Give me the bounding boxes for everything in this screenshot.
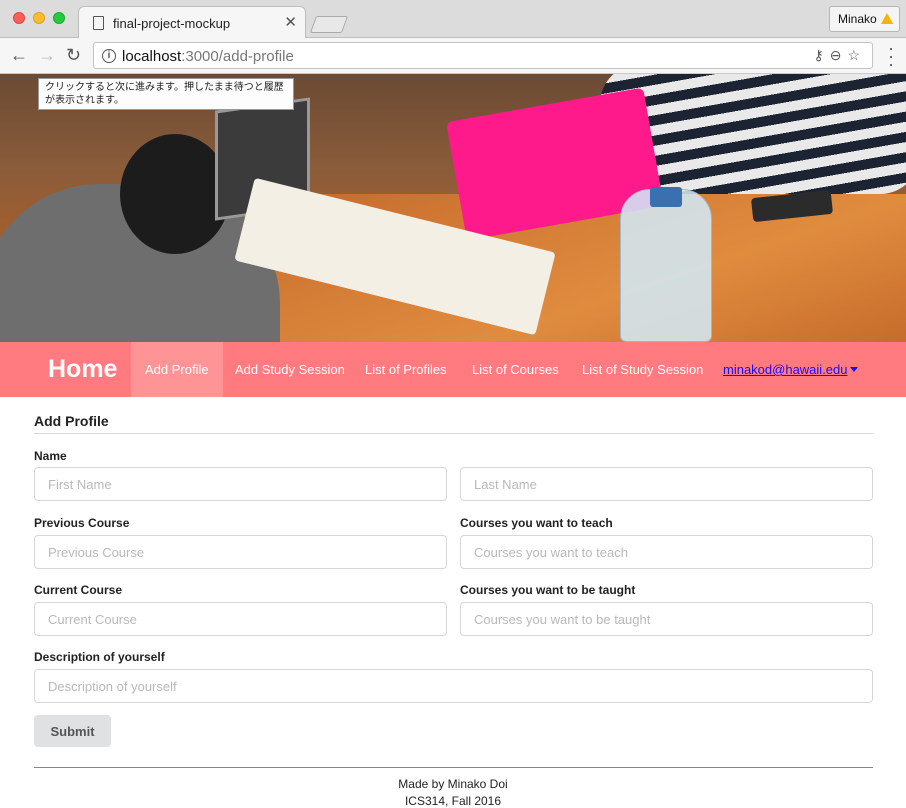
- caret-down-icon: [849, 367, 858, 372]
- close-tab-icon[interactable]: ✕: [284, 13, 297, 31]
- current-course-input[interactable]: [34, 602, 447, 636]
- nav-add-study-session[interactable]: Add Study Session: [221, 342, 359, 397]
- footer-divider: [34, 767, 873, 768]
- forward-arrow-icon[interactable]: →: [38, 45, 56, 66]
- url-text[interactable]: localhost:3000/add-profile: [122, 48, 294, 65]
- reload-icon[interactable]: ↻: [66, 45, 81, 66]
- tab-title: final-project-mockup: [113, 16, 231, 31]
- user-menu[interactable]: minakod@hawaii.edu: [723, 362, 858, 377]
- description-input[interactable]: [34, 669, 873, 703]
- description-label: Description of yourself: [34, 650, 165, 664]
- close-window-icon[interactable]: [13, 12, 25, 24]
- footer-credit: Made by Minako Doi: [398, 777, 508, 791]
- profile-name: Minako: [838, 12, 877, 26]
- back-button-tooltip: クリックすると次に進みます。押したまま待つと履歴が表示されます。: [38, 78, 294, 110]
- zoom-icon[interactable]: ⊖: [830, 47, 848, 63]
- main-navbar: Home Add Profile Add Study Session List …: [0, 342, 906, 397]
- back-arrow-icon[interactable]: ←: [10, 45, 28, 66]
- browser-tab[interactable]: final-project-mockup ✕: [78, 6, 306, 39]
- footer-course: ICS314, Fall 2016: [404, 794, 502, 808]
- info-icon[interactable]: i: [102, 49, 116, 63]
- submit-button[interactable]: Submit: [34, 715, 111, 747]
- nav-list-of-courses[interactable]: List of Courses: [458, 342, 573, 397]
- address-bar-icons[interactable]: ⚷⊖☆: [813, 47, 866, 64]
- brand-home-link[interactable]: Home: [48, 355, 117, 384]
- last-name-input[interactable]: [460, 467, 873, 501]
- browser-menu-icon[interactable]: · · ·: [888, 39, 894, 73]
- address-bar[interactable]: i localhost:3000/add-profile ⚷⊖☆: [93, 42, 873, 69]
- form-title: Add Profile: [34, 413, 109, 429]
- new-tab-button[interactable]: [309, 16, 349, 33]
- previous-course-input[interactable]: [34, 535, 447, 569]
- user-email: minakod@hawaii.edu: [723, 362, 848, 377]
- document-icon: [93, 16, 104, 30]
- minimize-window-icon[interactable]: [33, 12, 45, 24]
- profile-button[interactable]: Minako: [829, 6, 900, 32]
- maximize-window-icon[interactable]: [53, 12, 65, 24]
- warning-icon: [880, 13, 893, 24]
- previous-course-label: Previous Course: [34, 516, 130, 530]
- first-name-input[interactable]: [34, 467, 447, 501]
- star-icon[interactable]: ☆: [847, 47, 866, 63]
- teach-courses-input[interactable]: [460, 535, 873, 569]
- nav-list-of-study-session[interactable]: List of Study Session: [568, 342, 717, 397]
- nav-add-profile[interactable]: Add Profile: [131, 342, 223, 397]
- url-host: localhost: [122, 48, 182, 65]
- url-path: :3000/add-profile: [181, 48, 294, 65]
- hero-image: [0, 74, 906, 342]
- teach-courses-label: Courses you want to teach: [460, 516, 613, 530]
- browser-tab-bar: final-project-mockup ✕ Minako: [0, 0, 906, 39]
- nav-list-of-profiles[interactable]: List of Profiles: [351, 342, 461, 397]
- name-label: Name: [34, 449, 67, 463]
- key-icon[interactable]: ⚷: [813, 47, 829, 63]
- taught-courses-label: Courses you want to be taught: [460, 583, 636, 597]
- browser-toolbar: ← → ↻ i localhost:3000/add-profile ⚷⊖☆ ·…: [0, 38, 906, 74]
- divider: [34, 433, 873, 434]
- current-course-label: Current Course: [34, 583, 123, 597]
- taught-courses-input[interactable]: [460, 602, 873, 636]
